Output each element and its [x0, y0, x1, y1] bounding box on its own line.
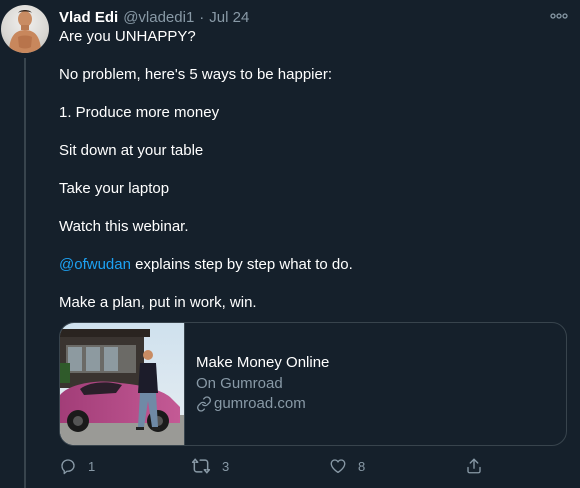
tweet-text-line: Take your laptop — [59, 180, 170, 197]
card-body: Make Money Online On Gumroad gumroad.com — [185, 323, 329, 445]
tweet-text-line: No problem, here's 5 ways to be happier: — [59, 66, 333, 83]
card-thumbnail — [60, 323, 185, 445]
retweet-button[interactable]: 3 — [191, 457, 229, 475]
tweet-text-line: Are you UNHAPPY? — [59, 28, 196, 45]
card-domain: gumroad.com — [196, 394, 329, 414]
reply-icon — [61, 459, 75, 475]
tweet-text-line: 1. Produce more money — [59, 104, 220, 121]
card-title: Make Money Online — [196, 354, 330, 371]
avatar-column — [0, 0, 56, 488]
more-horizontal-icon — [550, 13, 568, 19]
share-button[interactable] — [465, 457, 483, 475]
like-button[interactable]: 8 — [329, 457, 365, 475]
reply-count: 1 — [88, 458, 96, 474]
tweet[interactable]: Vlad Edi @vladedi1 · Jul 24 Are you UNHA… — [0, 0, 580, 488]
more-button[interactable] — [548, 8, 570, 24]
tweet-text-line-mention: @ofwudan explains step by step what to d… — [59, 255, 353, 275]
link-card[interactable]: Make Money Online On Gumroad gumroad.com — [59, 322, 567, 446]
like-count: 8 — [358, 458, 366, 474]
tweet-text-line: Sit down at your table — [59, 142, 204, 159]
share-icon — [467, 458, 481, 474]
link-icon — [197, 396, 211, 412]
header-separator: · — [199, 8, 205, 26]
author-handle[interactable]: @vladedi1 — [123, 9, 194, 26]
reply-button[interactable]: 1 — [59, 457, 95, 475]
retweet-count: 3 — [222, 458, 230, 474]
action-bar: 1 3 8 — [59, 457, 569, 477]
tweet-date[interactable]: Jul 24 — [209, 9, 249, 26]
tweet-text-line: Watch this webinar. — [59, 218, 189, 235]
card-description: On Gumroad — [196, 375, 283, 392]
tweet-header: Vlad Edi @vladedi1 · Jul 24 — [59, 7, 249, 27]
mention-link[interactable]: @ofwudan — [59, 256, 131, 273]
tweet-text-line: Make a plan, put in work, win. — [59, 294, 257, 311]
like-icon — [330, 459, 346, 474]
author-name[interactable]: Vlad Edi — [59, 9, 118, 26]
retweet-icon — [191, 458, 211, 474]
avatar[interactable] — [1, 5, 49, 53]
thread-line — [24, 58, 26, 488]
tweet-text-fragment: explains step by step what to do. — [135, 256, 353, 273]
card-domain-text: gumroad.com — [214, 395, 306, 412]
